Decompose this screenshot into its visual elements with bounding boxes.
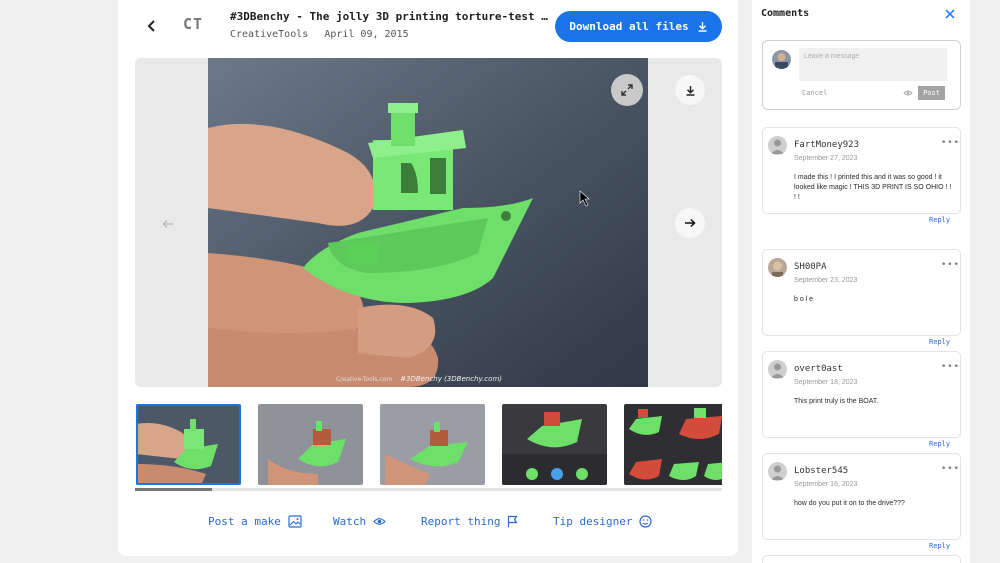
thumbnail-4[interactable] — [502, 404, 607, 485]
comment-username[interactable]: overt0ast — [794, 364, 843, 374]
fullscreen-button[interactable] — [611, 74, 643, 106]
avatar[interactable] — [768, 462, 787, 481]
post-a-make-label: Post a make — [208, 515, 281, 528]
comment-text: This print truly is the BOAT. — [794, 398, 879, 405]
comment-username[interactable]: FartMoney923 — [794, 140, 859, 150]
creator-logo[interactable]: CT — [183, 15, 217, 37]
tip-designer-button[interactable]: Tip designer — [553, 515, 653, 528]
comment-text: how do you put it on to the drive??? — [794, 500, 905, 507]
reply-button[interactable]: Reply — [929, 542, 950, 550]
comment-date: September 18, 2023 — [794, 379, 858, 386]
author-link[interactable]: CreativeTools — [230, 29, 308, 40]
avatar[interactable] — [768, 136, 787, 155]
post-button[interactable]: Post — [918, 86, 945, 100]
previous-image-button[interactable] — [157, 213, 179, 235]
watch-label: Watch — [333, 515, 367, 528]
comment-date: September 27, 2023 — [794, 155, 858, 162]
download-icon — [698, 22, 707, 32]
avatar[interactable] — [768, 258, 787, 277]
thumbnail-image — [502, 404, 607, 485]
next-image-button[interactable] — [675, 208, 705, 238]
comment-card: FartMoney923 September 27, 2023 ••• I ma… — [762, 127, 961, 224]
reply-button[interactable]: Reply — [929, 440, 950, 448]
chevron-left-icon — [147, 20, 155, 32]
download-all-label: Download all files — [569, 20, 689, 33]
smiley-icon — [639, 515, 653, 528]
reply-button[interactable]: Reply — [929, 338, 950, 346]
thumbnail-scrollbar-thumb[interactable] — [135, 488, 212, 491]
report-thing-button[interactable]: Report thing — [421, 515, 519, 528]
comments-title: Comments — [761, 8, 810, 19]
thumbnail-image — [380, 404, 485, 485]
thumbnail-2[interactable] — [258, 404, 363, 485]
expand-icon — [621, 84, 633, 96]
tip-designer-label: Tip designer — [553, 515, 633, 528]
post-a-make-button[interactable]: Post a make — [208, 515, 302, 528]
thing-meta: CreativeTools April 09, 2015 — [230, 29, 409, 40]
photo-caption: #3DBenchy (3DBenchy.com) — [400, 375, 502, 383]
arrow-right-icon — [685, 218, 696, 228]
more-options-icon[interactable]: ••• — [941, 464, 960, 474]
thumbnail-image — [624, 404, 722, 485]
arrow-left-icon — [162, 220, 173, 228]
thumbnail-5[interactable] — [624, 404, 722, 485]
publish-date: April 09, 2015 — [324, 29, 409, 40]
watch-button[interactable]: Watch — [333, 515, 386, 528]
comment-card: overt0ast September 18, 2023 ••• This pr… — [762, 351, 961, 448]
comment-composer: Cancel Post — [762, 40, 961, 110]
comment-date: September 23, 2023 — [794, 277, 858, 284]
download-icon — [686, 85, 694, 96]
thing-title: #3DBenchy - The jolly 3D printing tortur… — [230, 10, 548, 23]
comments-panel: Comments Cancel Post FartMoney923 Septem… — [752, 0, 970, 563]
cancel-button[interactable]: Cancel — [802, 89, 827, 97]
thing-actions: Post a make Watch Report thing Tip desig… — [135, 515, 722, 533]
photo-watermark: Creative-Tools.com — [336, 376, 393, 383]
thumbnail-strip — [135, 404, 722, 486]
benchy-photo — [208, 58, 648, 387]
reply-button[interactable]: Reply — [929, 216, 950, 224]
more-options-icon[interactable]: ••• — [941, 362, 960, 372]
comment-card — [762, 555, 961, 563]
thumbnail-1[interactable] — [136, 404, 241, 485]
preview-icon[interactable] — [903, 89, 913, 97]
comment-text: I made this ! I printed this and it was … — [794, 174, 952, 201]
avatar[interactable] — [768, 360, 787, 379]
main-photo: #3DBenchy (3DBenchy.com) Creative-Tools.… — [208, 58, 648, 387]
download-image-button[interactable] — [675, 75, 705, 105]
flag-icon — [508, 515, 519, 527]
comment-username[interactable]: Lobster545 — [794, 466, 848, 476]
thumbnail-scrollbar[interactable] — [135, 488, 722, 491]
more-options-icon[interactable]: ••• — [941, 138, 960, 148]
comment-card: SH00PA September 23, 2023 ••• b o l e Re… — [762, 249, 961, 346]
report-thing-label: Report thing — [421, 515, 501, 528]
avatar — [772, 50, 791, 69]
comment-date: September 16, 2023 — [794, 481, 858, 488]
comment-card: Lobster545 September 16, 2023 ••• how do… — [762, 453, 961, 550]
image-viewer: #3DBenchy (3DBenchy.com) Creative-Tools.… — [135, 58, 722, 387]
comment-input[interactable] — [799, 48, 947, 81]
thumbnail-3[interactable] — [380, 404, 485, 485]
close-icon — [945, 9, 955, 19]
thumbnail-image — [136, 404, 241, 485]
comment-text: b o l e — [794, 296, 814, 303]
comment-username[interactable]: SH00PA — [794, 262, 827, 272]
close-comments-button[interactable] — [942, 6, 958, 22]
thumbnail-image — [258, 404, 363, 485]
download-all-files-button[interactable]: Download all files — [555, 11, 722, 42]
eye-icon — [373, 518, 386, 525]
more-options-icon[interactable]: ••• — [941, 260, 960, 270]
back-button[interactable] — [140, 12, 164, 40]
image-icon — [288, 515, 302, 528]
